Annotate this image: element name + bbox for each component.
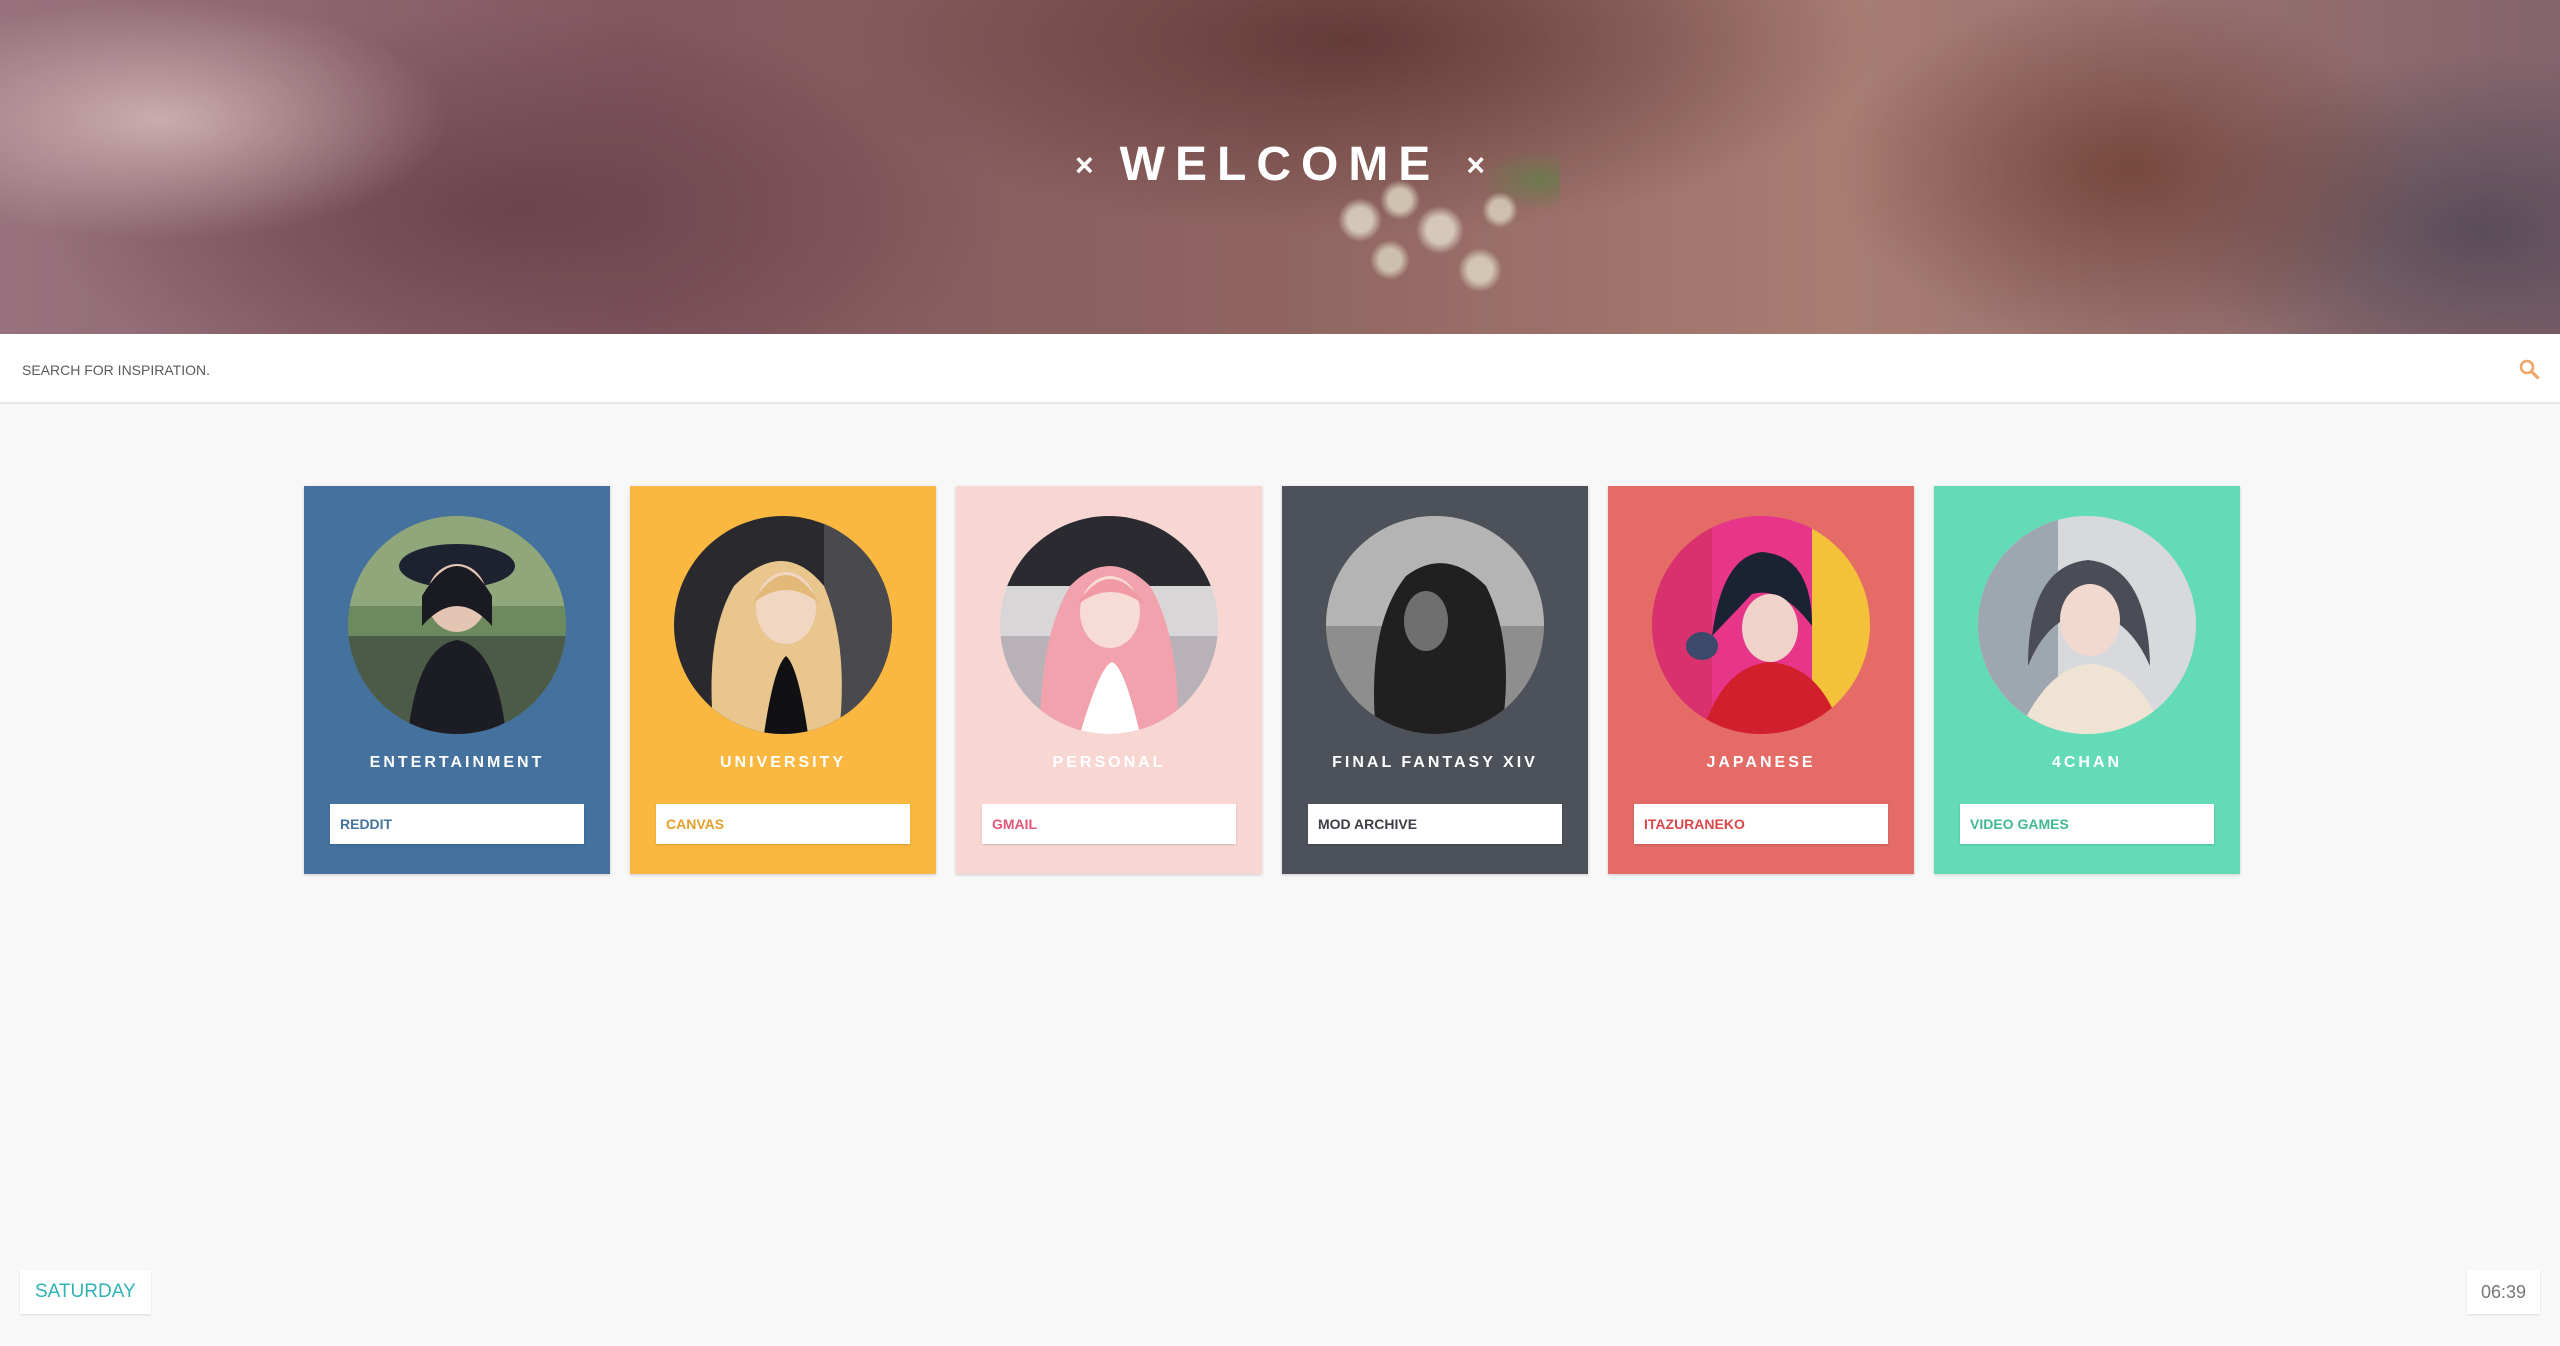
- cross-right-icon: ×: [1466, 147, 1485, 183]
- cross-left-icon: ×: [1074, 147, 1094, 183]
- search-icon[interactable]: [2518, 358, 2540, 380]
- card-avatar: [1000, 516, 1218, 734]
- link-video-games[interactable]: VIDEO GAMES: [1960, 804, 2214, 844]
- card-title: PERSONAL: [1052, 754, 1166, 771]
- page-title: × WELCOME ×: [0, 130, 2560, 200]
- card-avatar: [1652, 516, 1870, 734]
- link-itazuraneko[interactable]: ITAZURANEKO: [1634, 804, 1888, 844]
- welcome-heading: WELCOME: [1119, 138, 1441, 191]
- header-banner: × WELCOME ×: [0, 0, 2560, 334]
- card-personal: PERSONAL GMAIL: [956, 486, 1262, 874]
- clock-time: 06:39: [2466, 1270, 2540, 1314]
- card-entertainment: ENTERTAINMENT REDDIT: [304, 486, 610, 874]
- card-title: 4CHAN: [2051, 754, 2123, 771]
- search-input[interactable]: [20, 350, 2464, 390]
- card-avatar: [674, 516, 892, 734]
- card-title: ENTERTAINMENT: [369, 754, 545, 771]
- card-title: FINAL FANTASY XIV: [1332, 754, 1538, 771]
- link-mod-archive[interactable]: MOD ARCHIVE: [1308, 804, 1562, 844]
- link-gmail[interactable]: GMAIL: [982, 804, 1236, 844]
- card-title: JAPANESE: [1706, 754, 1816, 771]
- link-reddit[interactable]: REDDIT: [330, 804, 584, 844]
- card-avatar: [348, 516, 566, 734]
- card-avatar: [1326, 516, 1544, 734]
- day-badge: SATURDAY: [20, 1270, 151, 1314]
- link-canvas[interactable]: CANVAS: [656, 804, 910, 844]
- shortcut-cards: ENTERTAINMENT REDDIT UNIVERSITY CANVAS P…: [304, 486, 2244, 876]
- search-bar: [0, 334, 2560, 404]
- card-university: UNIVERSITY CANVAS: [630, 486, 936, 874]
- card-4chan: 4CHAN VIDEO GAMES: [1934, 486, 2240, 874]
- card-final-fantasy-xiv: FINAL FANTASY XIV MOD ARCHIVE: [1282, 486, 1588, 874]
- card-japanese: JAPANESE ITAZURANEKO: [1608, 486, 1914, 874]
- card-avatar: [1978, 516, 2196, 734]
- card-title: UNIVERSITY: [719, 754, 846, 771]
